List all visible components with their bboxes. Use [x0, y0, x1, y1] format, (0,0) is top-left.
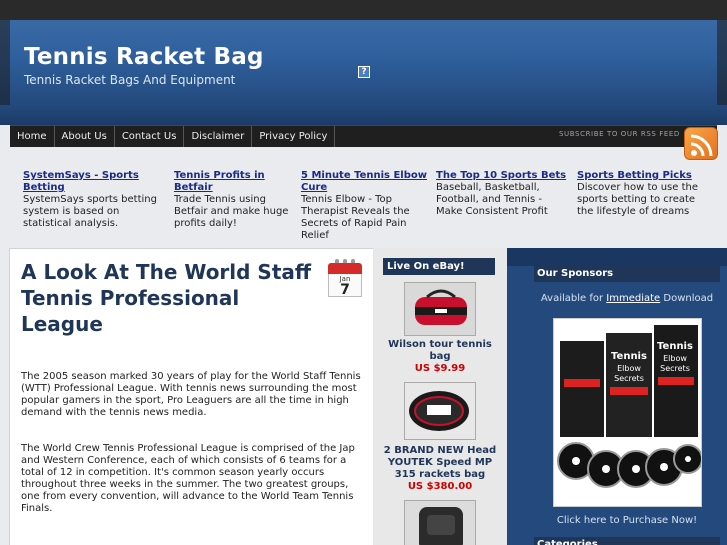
- tennis-elbow-secrets-image: Tennis Elbow Secrets Tennis Elbow Secret…: [554, 319, 701, 506]
- sidebar-top-band: [507, 248, 727, 266]
- ad-desc: Discover how to use the sports betting t…: [577, 182, 698, 217]
- sponsor-text: Available for Immediate Download: [534, 293, 720, 304]
- ebay-item-price: US $9.99: [414, 363, 466, 374]
- svg-text:Secrets: Secrets: [614, 374, 644, 383]
- ebay-item-image-backpack[interactable]: [404, 500, 476, 545]
- rss-subscribe-label[interactable]: SUBSCRIBE TO OUR RSS FEED: [559, 130, 680, 138]
- ad-top-10-bets[interactable]: The Top 10 Sports Bets Baseball, Basketb…: [436, 170, 570, 218]
- ad-systemsays[interactable]: SystemSays - Sports Betting SystemSays s…: [23, 170, 163, 230]
- purchase-link[interactable]: Click here to Purchase Now!: [534, 515, 720, 526]
- rss-glyph: [690, 134, 713, 157]
- ad-desc: Baseball, Basketball, Football, and Tenn…: [436, 182, 548, 217]
- nav-item-contact-us[interactable]: Contact Us: [115, 126, 185, 147]
- ad-title[interactable]: SystemSays - Sports Betting: [23, 170, 163, 194]
- nav-band: [0, 105, 727, 125]
- help-icon[interactable]: ?: [358, 66, 370, 78]
- nav-item-home[interactable]: Home: [10, 126, 55, 147]
- ad-title[interactable]: Tennis Profits in Betfair: [174, 170, 294, 194]
- ad-betting-picks[interactable]: Sports Betting Picks Discover how to use…: [577, 170, 701, 218]
- ebay-item-image-bag[interactable]: [404, 282, 476, 336]
- svg-text:Secrets: Secrets: [660, 364, 690, 373]
- sponsors-heading: Our Sponsors: [534, 266, 720, 282]
- calendar-header: [328, 263, 362, 274]
- nav-item-disclaimer[interactable]: Disclaimer: [184, 126, 253, 147]
- nav-item-about-us[interactable]: About Us: [55, 126, 115, 147]
- ad-row: SystemSays - Sports Betting SystemSays s…: [0, 160, 727, 245]
- ebay-heading: Live On eBay!: [383, 258, 495, 275]
- svg-text:Tennis: Tennis: [657, 341, 693, 352]
- svg-text:Elbow: Elbow: [617, 364, 641, 373]
- sponsor-immediate-link[interactable]: Immediate: [606, 293, 660, 304]
- svg-text:Elbow: Elbow: [663, 354, 687, 363]
- ad-title[interactable]: Sports Betting Picks: [577, 170, 701, 182]
- site-title[interactable]: Tennis Racket Bag: [24, 44, 264, 70]
- calendar-icon: Jan 7: [328, 259, 362, 299]
- calendar-body: Jan 7: [328, 274, 362, 297]
- ad-tennis-profits[interactable]: Tennis Profits in Betfair Trade Tennis u…: [174, 170, 294, 230]
- rss-icon[interactable]: [684, 127, 718, 160]
- ad-desc: Tennis Elbow - Top Therapist Reveals the…: [301, 194, 410, 241]
- ebay-column: Live On eBay! Wilson tour tennis bag US …: [373, 248, 507, 545]
- calendar-day: 7: [340, 282, 350, 298]
- sponsor-product-image[interactable]: Tennis Elbow Secrets Tennis Elbow Secret…: [553, 318, 702, 507]
- ad-title[interactable]: The Top 10 Sports Bets: [436, 170, 570, 182]
- post-title[interactable]: A Look At The World Staff Tennis Profess…: [21, 259, 326, 337]
- categories-heading: Categories: [534, 537, 720, 545]
- site-tagline: Tennis Racket Bags And Equipment: [24, 73, 236, 87]
- ebay-item-title[interactable]: 2 BRAND NEW Head YOUTEK Speed MP 315 rac…: [377, 445, 503, 481]
- ad-desc: SystemSays sports betting system is base…: [23, 194, 157, 229]
- tennis-bag-image: [405, 283, 475, 335]
- ad-tennis-elbow[interactable]: 5 Minute Tennis Elbow Cure Tennis Elbow …: [301, 170, 431, 242]
- ebay-item-price: US $380.00: [407, 481, 473, 492]
- top-bar: [0, 0, 727, 20]
- post-paragraph: The World Crew Tennis Professional Leagu…: [21, 443, 355, 514]
- racket-bag-image: [405, 383, 475, 439]
- post-body: The 2005 season marked 30 years of play …: [21, 371, 366, 539]
- nav-item-privacy-policy[interactable]: Privacy Policy: [252, 126, 336, 147]
- ebay-item-image-rackets[interactable]: [404, 382, 476, 440]
- svg-text:Tennis: Tennis: [611, 351, 647, 362]
- ad-title[interactable]: 5 Minute Tennis Elbow Cure: [301, 170, 431, 194]
- sponsor-text-pre: Available for: [540, 293, 604, 304]
- post-paragraph: The 2005 season marked 30 years of play …: [21, 371, 361, 418]
- backpack-image: [405, 501, 475, 545]
- sponsor-text-post: Download: [663, 293, 714, 304]
- ebay-item-title[interactable]: Wilson tour tennis bag: [377, 339, 503, 363]
- ad-desc: Trade Tennis using Betfair and make huge…: [174, 194, 289, 229]
